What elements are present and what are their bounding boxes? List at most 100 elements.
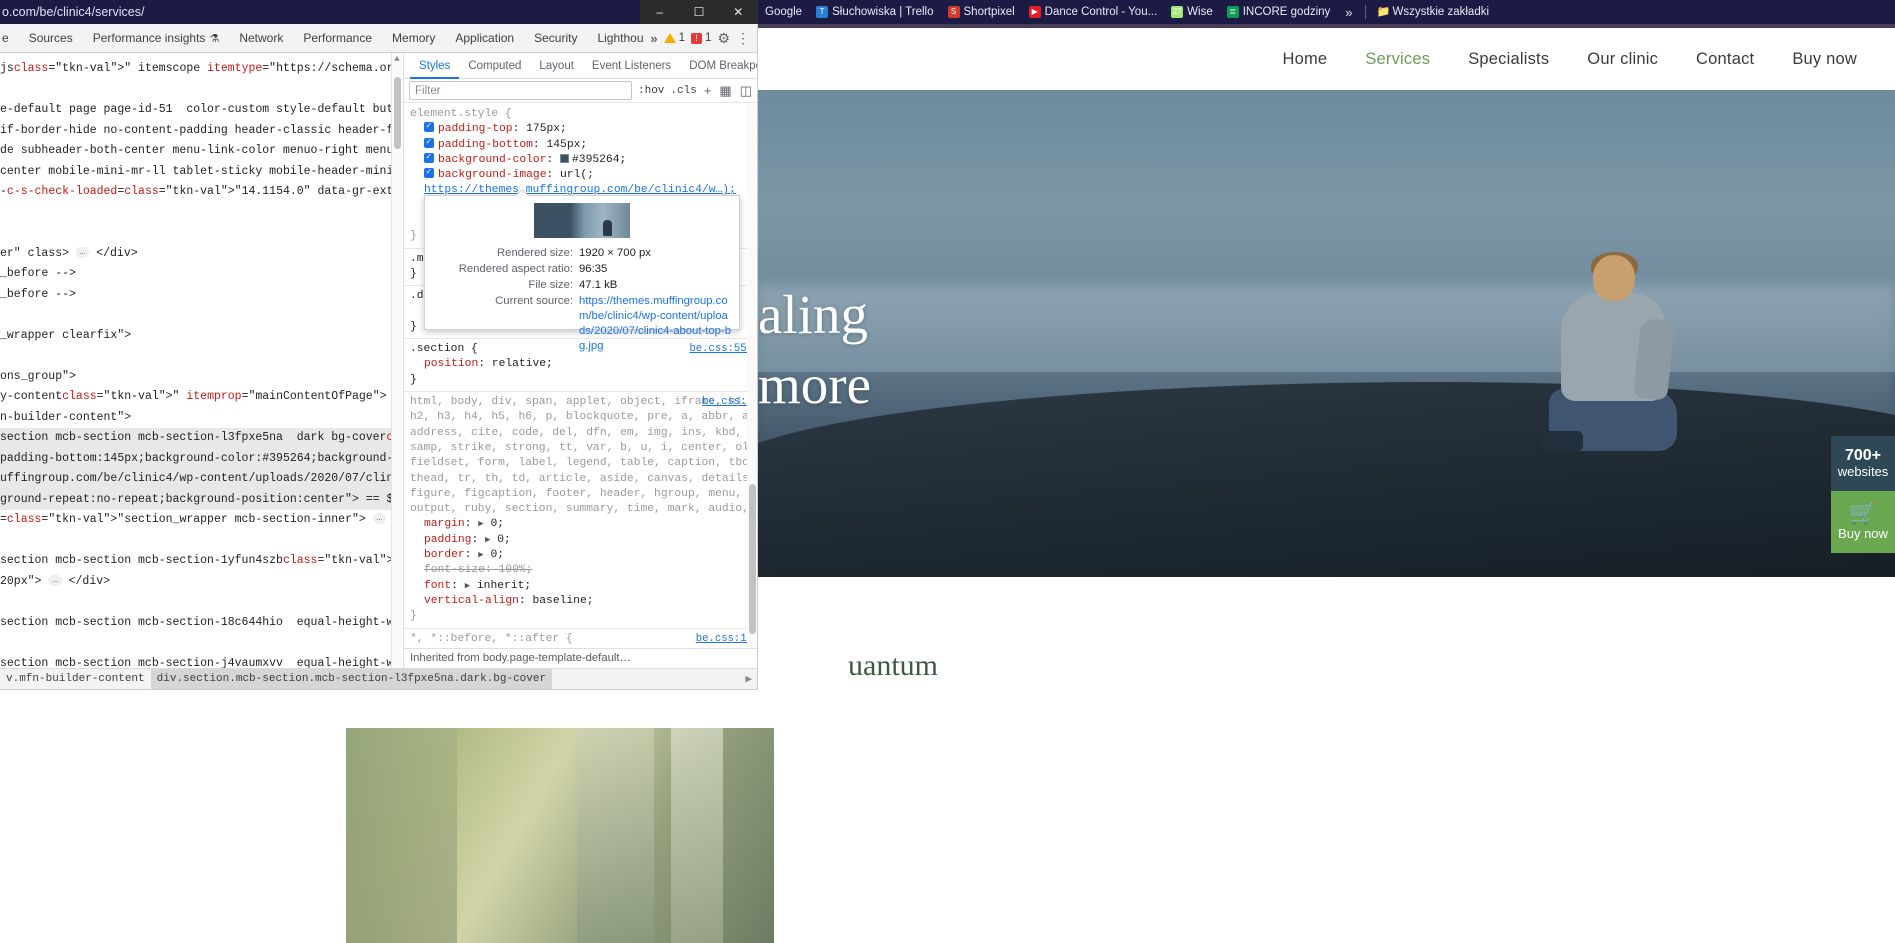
styles-tab-event-listeners[interactable]: Event Listeners [583,53,680,79]
dom-tree-line[interactable]: -c-s-check-loaded=class="tkn-val">"14.11… [0,182,402,203]
css-declaration[interactable]: padding-top: 175px; [410,120,755,137]
devtools-tab-lighthouse[interactable]: Lighthouse [587,24,644,53]
close-button[interactable]: ✕ [719,0,758,24]
websites-count-badge[interactable]: 700+ websites [1831,436,1895,492]
nav-item-contact[interactable]: Contact [1696,50,1754,69]
nav-item-our-clinic[interactable]: Our clinic [1587,50,1658,69]
css-declaration[interactable]: padding-bottom: 145px; [410,136,755,153]
declaration-checkbox[interactable] [424,136,434,148]
dom-tree-line[interactable] [0,592,402,613]
expand-triangle-icon[interactable]: ▶ [478,519,483,529]
dom-tree-panel[interactable]: jsclass="tkn-val">" itemscope itemtype="… [0,53,402,689]
bookmark-2[interactable]: S Shortpixel [941,0,1022,24]
nav-item-buy-now[interactable]: Buy now [1792,50,1857,69]
dom-tree-line[interactable] [0,80,402,101]
css-declaration[interactable]: vertical-align: baseline; [410,594,755,609]
bookmark-5[interactable]: ≣ INCORE godziny [1220,0,1338,24]
css-declaration[interactable]: margin: ▶ 0; [410,517,755,532]
dom-tree-line[interactable] [0,223,402,244]
panel-toggle-icon[interactable]: ◫ [739,83,753,99]
cls-toggle[interactable]: .cls [670,85,696,97]
dom-tree-line[interactable] [0,346,402,367]
warning-chip[interactable]: 1 [663,32,685,44]
expand-triangle-icon[interactable]: ▶ [485,535,490,545]
dom-tree-line[interactable]: ground-repeat:no-repeat;background-posit… [0,489,402,510]
bookmark-1[interactable]: T Słuchowiska | Trello [809,0,940,24]
dom-tree-line[interactable]: section mcb-section mcb-section-18c644hi… [0,613,402,634]
dom-tree-line[interactable]: 20px"> … </div> [0,572,402,593]
css-selector[interactable]: element.style { [410,107,755,122]
scrollbar-thumb[interactable] [394,77,401,149]
maximize-button[interactable]: ☐ [679,0,718,24]
devtools-tab-e[interactable]: e [0,24,19,53]
styles-tab-styles[interactable]: Styles [410,53,460,79]
devtools-tab-security[interactable]: Security [524,24,587,53]
css-property[interactable]: vertical-align [424,595,519,607]
dom-tree-line[interactable] [0,633,402,654]
gear-icon[interactable]: ⚙ [717,30,730,47]
devtools-tab-application[interactable]: Application [445,24,524,53]
bookmark-4[interactable]: 27 Wise [1164,0,1220,24]
dom-tree-line[interactable]: section mcb-section mcb-section-1yfun4sz… [0,551,402,572]
minimize-button[interactable]: – [640,0,679,24]
dom-tree-line[interactable]: _before --> [0,264,402,285]
devtools-tab-memory[interactable]: Memory [382,24,445,53]
css-declaration[interactable]: font: ▶ inherit; [410,579,755,594]
dom-tree-line[interactable]: _wrapper clearfix"> [0,326,402,347]
color-swatch[interactable] [560,153,570,163]
styles-tab-layout[interactable]: Layout [530,53,583,79]
css-value[interactable]: inherit; [477,580,531,592]
css-property[interactable]: position [424,358,478,370]
dom-tree-line[interactable]: de subheader-both-center menu-link-color… [0,141,402,162]
plus-icon[interactable]: + [703,83,713,98]
styles-tab-dom-breakpoints[interactable]: DOM Breakpoints [680,53,757,79]
dom-tree-line[interactable] [0,531,402,552]
dom-tree-line[interactable]: section mcb-section mcb-section-l3fpxe5n… [0,428,402,449]
css-value[interactable]: baseline; [532,595,593,607]
css-property[interactable]: font [424,580,451,592]
css-property[interactable]: background-color [438,154,546,166]
css-rule-source[interactable]: be.css:18 [696,632,753,647]
css-property[interactable]: padding-bottom [438,139,533,151]
css-property[interactable]: padding-top [438,123,513,135]
devtools-tab-network[interactable]: Network [229,24,293,53]
bookmarks-overflow-chevron[interactable]: » [1337,5,1360,20]
hov-toggle[interactable]: :hov [638,85,664,97]
dom-tree-line[interactable]: if-border-hide no-content-padding header… [0,121,402,142]
css-value[interactable]: url(; [560,169,594,181]
bookmark-0[interactable]: Google [758,0,809,24]
css-property[interactable]: background-image [438,169,546,181]
declaration-checkbox[interactable] [424,166,434,179]
breadcrumb-overflow-arrow[interactable]: ▶ [745,672,757,686]
dom-tree-line[interactable]: uffingroup.com/be/clinic4/wp-content/upl… [0,469,402,490]
dom-tree-line[interactable]: y-contentclass="tkn-val">" itemprop="mai… [0,387,402,408]
expand-triangle-icon[interactable]: ▶ [478,550,483,560]
dom-tree-line[interactable]: =class="tkn-val">"section_wrapper mcb-se… [0,510,402,531]
css-property[interactable]: font-size [424,564,485,576]
dom-tree-line[interactable]: n-builder-content"> [0,408,402,429]
breadcrumb-item[interactable]: div.section.mcb-section.mcb-section-l3fp… [150,669,553,689]
dom-tree-line[interactable]: er" class> … </div> [0,244,402,265]
dom-tree-line[interactable]: e-default page page-id-51 color-custom s… [0,100,402,121]
styles-filter-input[interactable]: Filter [409,81,632,100]
nav-item-specialists[interactable]: Specialists [1468,50,1549,69]
css-declaration[interactable]: padding: ▶ 0; [410,533,755,548]
expand-triangle-icon[interactable]: ▶ [465,581,470,591]
css-value[interactable]: 145px; [546,139,587,151]
css-declaration[interactable]: font-size: 100%; [410,563,755,578]
css-selector[interactable]: html, body, div, span, applet, object, i… [410,395,757,517]
dom-tree-line[interactable] [0,203,402,224]
css-declaration[interactable]: background-color: #395264; [410,151,755,168]
nav-item-services[interactable]: Services [1365,50,1430,69]
styles-tab-computed[interactable]: Computed [459,53,530,79]
css-rule-source[interactable]: be.css:3 [702,395,753,410]
dom-tree-line[interactable]: _before --> [0,285,402,306]
styles-scrollbar-thumb[interactable] [749,484,756,634]
scroll-up-arrow[interactable]: ▲ [392,53,402,65]
css-declaration[interactable]: position: relative; [410,357,755,372]
bookmark-3[interactable]: ▶ Dance Control - You... [1022,0,1165,24]
print-preview-icon[interactable]: ▦ [718,83,732,99]
css-property[interactable]: border [424,549,465,561]
css-property[interactable]: padding [424,534,471,546]
declaration-checkbox[interactable] [424,120,434,133]
